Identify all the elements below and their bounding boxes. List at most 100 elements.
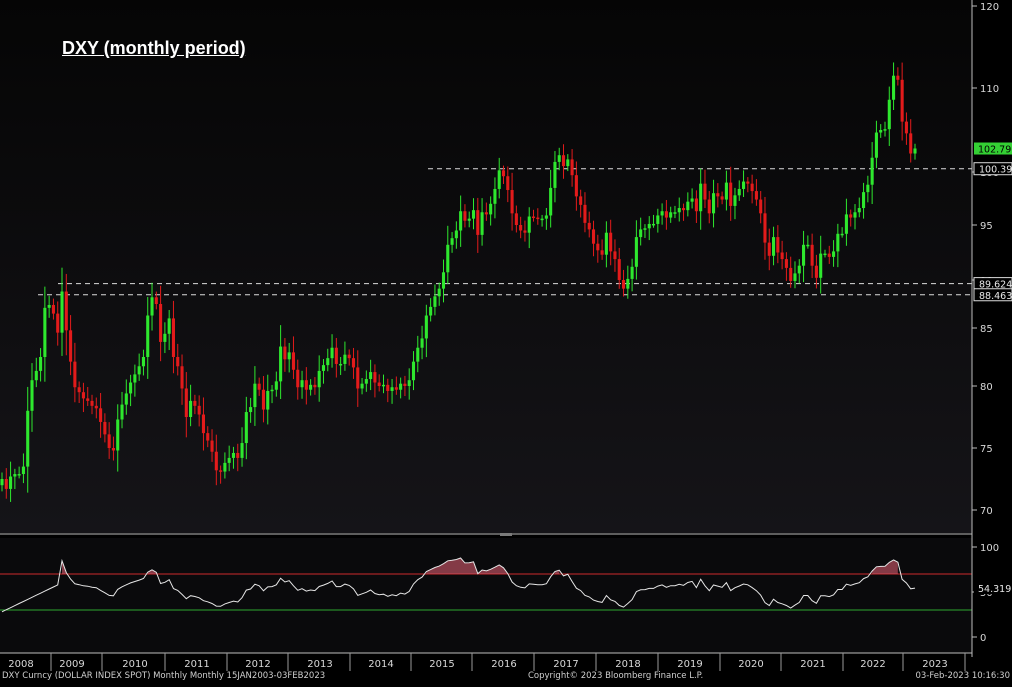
x-tick-label: 2011: [184, 659, 209, 670]
candle-body: [399, 383, 403, 390]
candle-body: [424, 315, 428, 339]
candle-body: [553, 161, 557, 188]
candle-body: [544, 215, 548, 219]
candle-body: [129, 382, 133, 394]
candle-body: [866, 184, 870, 193]
candle-body: [193, 400, 197, 406]
candle-body: [729, 182, 733, 206]
candle-body: [904, 121, 908, 134]
candle-body: [879, 130, 883, 133]
candle-body: [870, 157, 874, 185]
candle-body: [840, 233, 844, 236]
candle-body: [613, 251, 617, 260]
candle-body: [94, 405, 98, 409]
candle-body: [176, 357, 180, 367]
candle-body: [463, 211, 467, 221]
candle-body: [180, 366, 184, 389]
y-tick-label: 110: [980, 84, 999, 95]
x-tick-label: 2013: [307, 659, 332, 670]
x-tick-label: 2023: [922, 659, 947, 670]
candle-body: [441, 272, 446, 289]
candle-body: [874, 132, 878, 158]
candle-body: [141, 357, 145, 367]
candle-body: [746, 181, 750, 184]
candle-body: [223, 462, 227, 472]
candle-body: [364, 379, 368, 384]
candle-body: [699, 183, 703, 212]
candle-body: [720, 196, 724, 200]
candle-body: [356, 367, 360, 389]
candle-body: [429, 306, 433, 316]
candle-body: [754, 191, 758, 200]
candle-body: [146, 315, 150, 357]
candle-body: [360, 383, 364, 389]
candle-body: [630, 266, 634, 279]
candle-body: [154, 297, 158, 304]
candle-body: [819, 253, 823, 278]
candle-body: [797, 265, 801, 274]
candle-body: [476, 210, 480, 235]
candle-body: [489, 203, 493, 215]
candle-body: [643, 228, 647, 230]
candle-body: [253, 383, 257, 408]
candle-body: [257, 383, 261, 390]
candle-body: [737, 188, 741, 196]
x-tick-label: 2010: [122, 659, 147, 670]
candle-body: [844, 214, 848, 234]
x-tick-label: 2008: [8, 659, 33, 670]
candle-body: [896, 75, 900, 80]
candle-body: [304, 380, 308, 390]
candle-body: [343, 354, 347, 364]
candle-body: [763, 213, 767, 243]
candle-body: [236, 452, 240, 458]
candle-body: [77, 387, 81, 393]
candle-body: [814, 265, 818, 278]
candle-body: [34, 370, 38, 381]
candle-body: [446, 244, 450, 273]
candle-body: [806, 244, 810, 247]
candle-body: [832, 251, 836, 257]
candle-body: [249, 407, 253, 413]
candle-body: [231, 452, 236, 458]
candle-body: [403, 383, 407, 386]
candle-body: [347, 354, 351, 359]
candle-body: [137, 366, 141, 375]
candle-body: [201, 414, 206, 434]
candle-body: [677, 208, 681, 213]
price-panel-background: [0, 0, 972, 533]
candle-body: [784, 259, 788, 268]
candle-body: [167, 318, 171, 334]
candle-body: [600, 250, 604, 255]
candle-body: [776, 237, 780, 253]
candle-body: [111, 448, 115, 451]
candle-body: [827, 253, 831, 257]
candle-body: [103, 421, 107, 435]
chart-title: DXY (monthly period): [62, 38, 246, 58]
x-tick-label: 2012: [245, 659, 270, 670]
candle-body: [549, 187, 553, 216]
candle-body: [849, 214, 853, 218]
candle-body: [300, 380, 304, 388]
candle-body: [669, 212, 673, 218]
candle-body: [90, 400, 94, 406]
candle-body: [793, 273, 797, 281]
candle-body: [433, 296, 437, 307]
candle-body: [604, 232, 608, 255]
footer-copyright: Copyright© 2023 Bloomberg Finance L.P.: [528, 671, 704, 681]
candle-body: [596, 243, 600, 251]
candle-body: [56, 313, 60, 333]
candle-body: [561, 155, 566, 167]
candle-body: [609, 232, 613, 252]
candle-body: [471, 210, 476, 219]
candle-body: [767, 242, 771, 256]
candle-body: [206, 433, 210, 441]
x-tick-label: 2022: [860, 659, 885, 670]
chart-svg: 707580859095100110120050100100.39089.624…: [0, 0, 1012, 683]
candle-body: [330, 347, 334, 359]
candle-body: [626, 278, 630, 289]
candle-body: [656, 215, 660, 224]
candle-body: [81, 392, 85, 399]
y-tick-label: 120: [980, 2, 999, 13]
candle-body: [853, 212, 857, 218]
candle-body: [407, 380, 411, 386]
